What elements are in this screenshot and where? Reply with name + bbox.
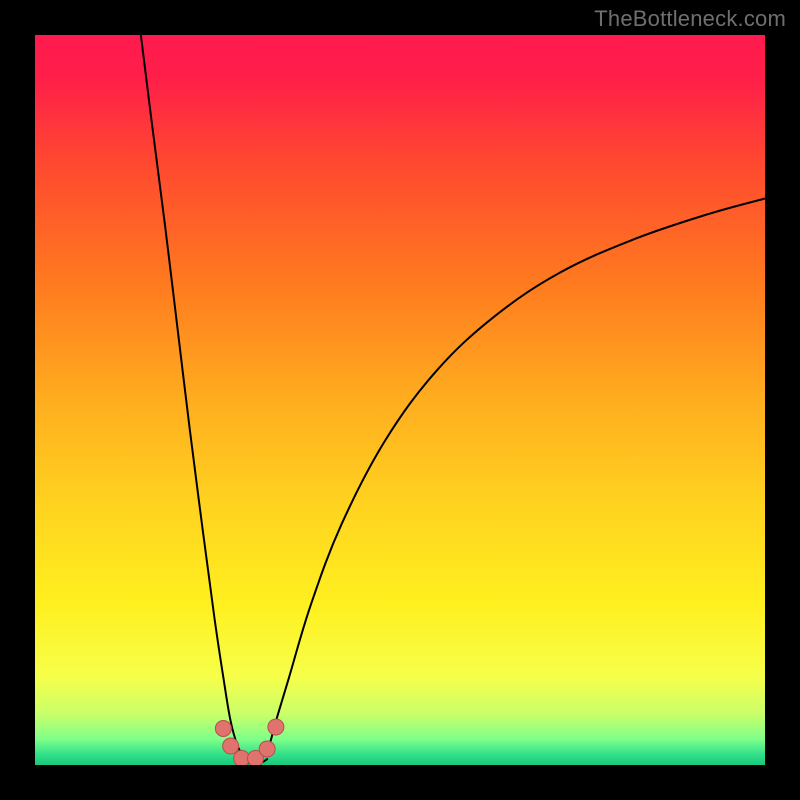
highlight-marker xyxy=(259,741,275,757)
chart-stage: TheBottleneck.com xyxy=(0,0,800,800)
highlight-marker xyxy=(215,721,231,737)
highlight-markers xyxy=(35,35,765,765)
watermark-text: TheBottleneck.com xyxy=(594,6,786,32)
highlight-marker xyxy=(268,719,284,735)
highlight-marker xyxy=(223,738,239,754)
plot-area xyxy=(35,35,765,765)
